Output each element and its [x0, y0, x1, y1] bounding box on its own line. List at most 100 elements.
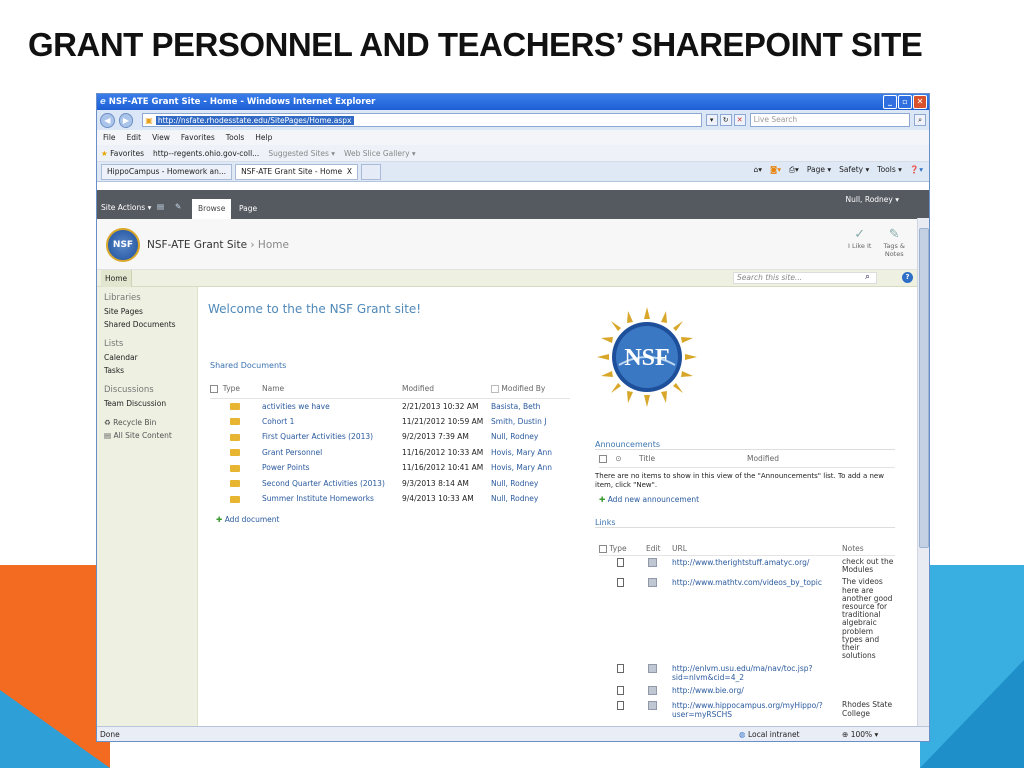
column-modified[interactable]: Modified — [402, 380, 491, 399]
column-modified-by[interactable]: Modified By — [491, 380, 570, 399]
stop-icon[interactable]: ✕ — [733, 114, 746, 126]
menu-view[interactable]: View — [152, 133, 170, 142]
home-icon[interactable]: ⌂▾ — [753, 165, 762, 175]
document-link[interactable]: activities we have — [262, 398, 402, 414]
scrollbar-thumb[interactable] — [919, 228, 929, 548]
maximize-button[interactable]: ▫ — [898, 95, 912, 109]
help-icon[interactable]: ? — [902, 272, 913, 283]
shared-documents-title[interactable]: Shared Documents — [210, 361, 286, 370]
edit-page-icon[interactable]: ✎ — [175, 202, 181, 211]
edit-icon[interactable] — [648, 664, 657, 674]
nav-tab-home[interactable]: Home — [101, 270, 133, 287]
links-title[interactable]: Links — [595, 518, 895, 528]
document-link[interactable]: Grant Personnel — [262, 445, 402, 461]
modified-by-link[interactable]: Null, Rodney — [491, 429, 570, 445]
help-icon[interactable]: ❓▾ — [910, 165, 923, 175]
link-url[interactable]: http://www.bie.org/ — [672, 684, 842, 699]
recycle-bin-link[interactable]: ♻ Recycle Bin — [104, 418, 197, 427]
edit-icon[interactable] — [648, 701, 657, 711]
link-url[interactable]: http://enlvm.usu.edu/ma/nav/toc.jsp?sid=… — [672, 662, 842, 684]
favorites-button[interactable]: ★ Favorites — [101, 149, 144, 158]
all-site-content-link[interactable]: ▤ All Site Content — [104, 431, 197, 440]
column-name[interactable]: Name — [262, 380, 402, 399]
column-url[interactable]: URL — [672, 542, 842, 556]
fav-item-regents[interactable]: http--regents.ohio.gov-coll... — [153, 149, 259, 158]
select-all-checkbox[interactable]: Type — [599, 542, 646, 556]
back-button[interactable]: ◀ — [100, 112, 115, 128]
menu-favorites[interactable]: Favorites — [181, 133, 215, 142]
site-title-link[interactable]: NSF-ATE Grant Site — [147, 239, 247, 251]
modified-by-link[interactable]: Hovis, Mary Ann — [491, 445, 570, 461]
add-document-link[interactable]: ✚ Add document — [216, 515, 279, 524]
ribbon-tab-browse[interactable]: Browse — [192, 199, 232, 219]
live-search-input[interactable]: Live Search — [749, 113, 911, 127]
feeds-icon[interactable]: ◙▾ — [770, 165, 781, 175]
modified-by-link[interactable]: Null, Rodney — [491, 476, 570, 492]
site-actions-menu[interactable]: Site Actions ▾ — [101, 203, 151, 212]
tags-notes-button[interactable]: ✎ Tags & Notes — [883, 227, 905, 258]
quick-launch-site-pages[interactable]: Site Pages — [104, 307, 197, 316]
address-field[interactable]: ▣ http://nsfate.rhodesstate.edu/SitePage… — [142, 113, 702, 127]
modified-by-link[interactable]: Smith, Dustin J — [491, 414, 570, 430]
search-icon[interactable]: ⌕ — [914, 114, 926, 126]
modified-by-link[interactable]: Hovis, Mary Ann — [491, 460, 570, 476]
quick-launch-shared-documents[interactable]: Shared Documents — [104, 320, 197, 329]
window-titlebar[interactable]: e NSF-ATE Grant Site - Home - Windows In… — [97, 94, 929, 110]
quick-launch-team-discussion[interactable]: Team Discussion — [104, 399, 197, 408]
refresh-icon[interactable]: ↻ — [719, 114, 732, 126]
quick-launch-libraries[interactable]: Libraries — [104, 293, 197, 303]
i-like-it-button[interactable]: ✓ I Like It — [848, 227, 871, 258]
fav-item-web-slice-gallery[interactable]: Web Slice Gallery ▾ — [344, 149, 416, 158]
navigate-up-icon[interactable]: ▤ — [157, 202, 164, 211]
site-logo[interactable]: NSF — [106, 228, 140, 262]
document-link[interactable]: Summer Institute Homeworks — [262, 491, 402, 507]
menu-tools[interactable]: Tools — [226, 133, 244, 142]
cmd-safety[interactable]: Safety ▾ — [839, 165, 869, 175]
zoom-control[interactable]: ⊕ 100% ▾ — [842, 730, 878, 739]
vertical-scrollbar[interactable] — [917, 218, 929, 727]
new-tab-button[interactable] — [361, 163, 382, 180]
search-icon[interactable]: ⌕ — [865, 272, 870, 282]
document-link[interactable]: First Quarter Activities (2013) — [262, 429, 402, 445]
site-search-input[interactable]: Search this site... — [733, 272, 877, 284]
link-url[interactable]: http://www.therightstuff.amatyc.org/ — [672, 556, 842, 577]
menu-help[interactable]: Help — [255, 133, 272, 142]
quick-launch-lists[interactable]: Lists — [104, 339, 197, 349]
menu-edit[interactable]: Edit — [127, 133, 142, 142]
user-menu[interactable]: Null, Rodney ▾ — [846, 195, 899, 204]
column-modified[interactable]: Modified — [747, 454, 779, 463]
document-link[interactable]: Cohort 1 — [262, 414, 402, 430]
fav-item-suggested-sites[interactable]: Suggested Sites ▾ — [268, 149, 335, 158]
column-edit[interactable]: Edit — [646, 542, 672, 556]
select-all-checkbox[interactable]: Type — [210, 380, 262, 399]
column-notes[interactable]: Notes — [842, 542, 895, 556]
close-button[interactable]: ✕ — [913, 95, 927, 109]
tab-nsf-grant-site[interactable]: NSF-ATE Grant Site - Home X — [235, 163, 359, 180]
edit-icon[interactable] — [648, 558, 657, 567]
tab-hippocampus[interactable]: HippoCampus - Homework an... — [101, 163, 233, 180]
forward-button[interactable]: ▶ — [118, 112, 134, 128]
document-link[interactable]: Second Quarter Activities (2013) — [262, 476, 402, 492]
edit-icon[interactable] — [648, 578, 657, 588]
dropdown-arrow-icon[interactable]: ▾ — [705, 114, 718, 126]
print-icon[interactable]: ⎙▾ — [789, 165, 799, 175]
link-url[interactable]: http://www.mathtv.com/videos_by_topic — [672, 576, 842, 662]
cmd-page[interactable]: Page ▾ — [807, 165, 831, 175]
quick-launch-tasks[interactable]: Tasks — [104, 366, 197, 375]
link-url[interactable]: http://www.hippocampus.org/myHippo/?user… — [672, 699, 842, 721]
tab-close-icon[interactable]: X — [347, 167, 352, 176]
quick-launch-calendar[interactable]: Calendar — [104, 353, 197, 362]
announcements-title[interactable]: Announcements — [595, 440, 895, 450]
document-link[interactable]: Power Points — [262, 460, 402, 476]
edit-icon[interactable] — [648, 686, 657, 696]
select-all-checkbox[interactable] — [599, 455, 607, 463]
minimize-button[interactable]: _ — [883, 95, 897, 109]
add-announcement-link[interactable]: ✚ Add new announcement — [599, 495, 699, 504]
modified-by-link[interactable]: Null, Rodney — [491, 491, 570, 507]
menu-file[interactable]: File — [103, 133, 116, 142]
column-title[interactable]: Title — [639, 454, 655, 463]
cmd-tools[interactable]: Tools ▾ — [877, 165, 902, 175]
quick-launch-discussions[interactable]: Discussions — [104, 385, 197, 395]
modified-by-link[interactable]: Basista, Beth — [491, 398, 570, 414]
ribbon-tab-page[interactable]: Page — [233, 199, 263, 219]
